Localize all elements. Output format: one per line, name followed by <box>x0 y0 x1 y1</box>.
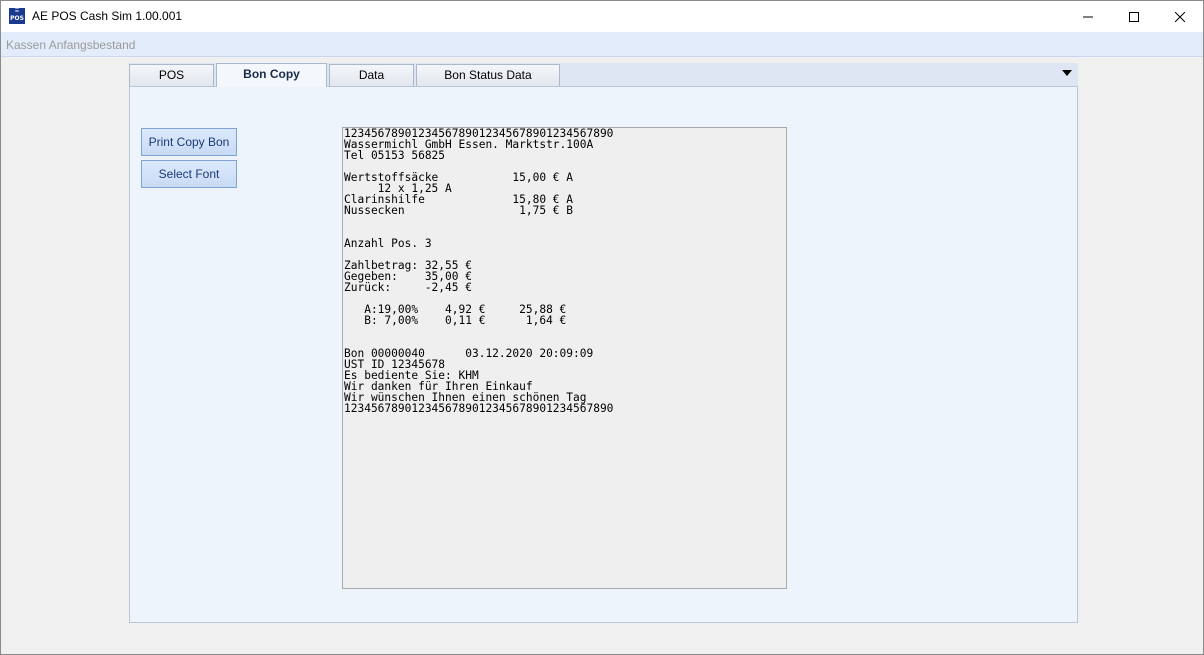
receipt-copy-view[interactable]: 1234567890123456789012345678901234567890… <box>342 127 787 589</box>
tab-bon-status-data[interactable]: Bon Status Data <box>416 64 560 86</box>
receipt-line: Tel 05153 56825 <box>344 149 446 162</box>
title-bar: ☰ POS AE POS Cash Sim 1.00.001 <box>1 1 1203 32</box>
close-button[interactable] <box>1157 1 1203 32</box>
maximize-icon <box>1129 11 1139 22</box>
window-title: AE POS Cash Sim 1.00.001 <box>32 9 183 23</box>
app-icon-text: POS <box>10 15 24 22</box>
pos-app-icon: ☰ POS <box>9 8 25 24</box>
print-copy-bon-button[interactable]: Print Copy Bon <box>141 128 237 156</box>
receipt-line: Anzahl Pos. 3 <box>344 237 432 250</box>
close-icon <box>1175 11 1185 22</box>
receipt-line: Zurück: -2,45 € <box>344 281 472 294</box>
minimize-icon <box>1083 16 1093 17</box>
receipt-line: B: 7,00% 0,11 € 1,64 € <box>344 314 567 327</box>
tab-pos[interactable]: POS <box>129 64 214 86</box>
maximize-button[interactable] <box>1111 1 1157 32</box>
menu-bar: Kassen Anfangsbestand <box>1 32 1203 57</box>
menu-item-kassen-anfangsbestand[interactable]: Kassen Anfangsbestand <box>6 38 135 52</box>
receipt-text: 1234567890123456789012345678901234567890… <box>343 128 786 414</box>
receipt-line: 1234567890123456789012345678901234567890 <box>344 402 614 415</box>
select-font-button[interactable]: Select Font <box>141 160 237 188</box>
tab-bon-copy[interactable]: Bon Copy <box>216 63 327 87</box>
minimize-button[interactable] <box>1065 1 1111 32</box>
app-window: ☰ POS AE POS Cash Sim 1.00.001 Kassen Anf… <box>0 0 1204 655</box>
receipt-line: Nussecken 1,75 € B <box>344 204 574 217</box>
tab-data[interactable]: Data <box>329 64 414 86</box>
tab-list-dropdown-icon[interactable] <box>1062 70 1072 76</box>
